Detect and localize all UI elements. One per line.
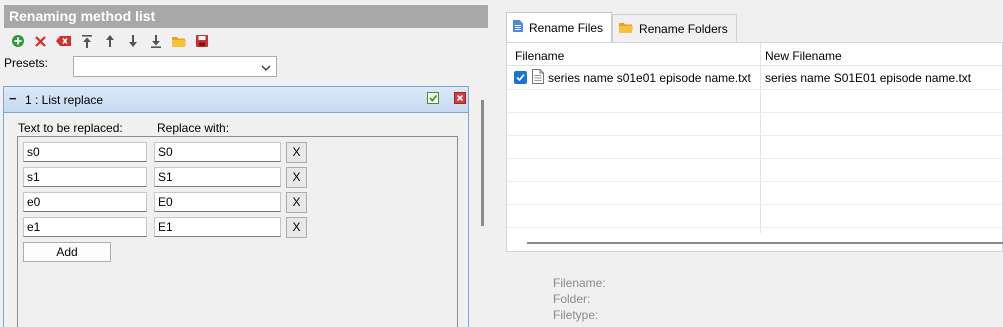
- replace-to-input[interactable]: S0: [154, 142, 281, 162]
- file-checkbox[interactable]: [514, 71, 527, 84]
- grid-line: [507, 204, 1002, 205]
- remove-row-button[interactable]: X: [286, 192, 307, 213]
- grid-line: [507, 89, 1002, 90]
- tab-rename-folders[interactable]: Rename Folders: [612, 14, 737, 42]
- delete-icon[interactable]: [29, 32, 52, 50]
- info-filetype-label: Filetype:: [553, 308, 599, 322]
- grid-line: [507, 227, 1002, 228]
- remove-row-button[interactable]: X: [286, 167, 307, 188]
- grid-horizontal-scrollbar[interactable]: [527, 242, 1003, 244]
- grid-header: Filename New Filename: [507, 43, 1002, 66]
- add-icon[interactable]: [6, 32, 29, 50]
- method-toolbar: [6, 32, 213, 50]
- filename-cell: series name s01e01 episode name.txt: [548, 71, 751, 85]
- presets-label: Presets:: [4, 56, 49, 70]
- open-folder-icon[interactable]: [167, 32, 190, 50]
- move-bottom-icon[interactable]: [144, 32, 167, 50]
- replace-from-input[interactable]: e1: [23, 217, 147, 237]
- replace-from-input[interactable]: s1: [23, 167, 147, 187]
- method-panel-list-replace: − 1 : List replace Text to be replaced: …: [3, 86, 469, 327]
- grid-line: [507, 158, 1002, 159]
- replace-to-input[interactable]: E0: [154, 192, 281, 212]
- chevron-down-icon: [261, 61, 271, 75]
- replace-to-input[interactable]: S1: [154, 167, 281, 187]
- add-row-button[interactable]: Add: [23, 242, 111, 262]
- method-title: 1 : List replace: [25, 93, 104, 107]
- method-enabled-checkbox[interactable]: [427, 92, 439, 104]
- clear-icon[interactable]: [52, 32, 75, 50]
- grid-line: [507, 112, 1002, 113]
- info-folder-label: Folder:: [553, 292, 591, 306]
- tab-label: Rename Files: [529, 20, 604, 35]
- document-icon: [532, 69, 544, 87]
- new-filename-cell: series name S01E01 episode name.txt: [765, 71, 972, 85]
- file-icon: [513, 20, 523, 35]
- replace-with-label: Replace with:: [157, 121, 230, 135]
- remove-method-button[interactable]: [454, 92, 466, 104]
- move-top-icon[interactable]: [75, 32, 98, 50]
- save-icon[interactable]: [190, 32, 213, 50]
- replace-from-input[interactable]: s0: [23, 142, 147, 162]
- remove-row-button[interactable]: X: [286, 142, 307, 163]
- grid-line: [507, 135, 1002, 136]
- remove-row-button[interactable]: X: [286, 217, 307, 238]
- tab-label: Rename Folders: [639, 21, 728, 36]
- column-header-new-filename[interactable]: New Filename: [765, 49, 842, 63]
- left-pane-scrollbar[interactable]: [481, 100, 484, 226]
- grid-line: [507, 181, 1002, 182]
- folder-icon: [619, 22, 634, 36]
- column-header-filename[interactable]: Filename: [515, 49, 564, 63]
- file-list-grid: Filename New Filename series name s01e01…: [506, 42, 1003, 252]
- presets-dropdown[interactable]: [73, 56, 277, 77]
- rename-tabs: Rename Files Rename Folders: [506, 12, 737, 42]
- method-title-bar[interactable]: − 1 : List replace: [4, 87, 468, 113]
- move-down-icon[interactable]: [121, 32, 144, 50]
- collapse-icon[interactable]: −: [9, 91, 17, 106]
- info-filename-label: Filename:: [553, 276, 606, 290]
- renaming-method-list-header: Renaming method list: [4, 5, 488, 28]
- tab-rename-files[interactable]: Rename Files: [506, 12, 613, 42]
- replace-to-input[interactable]: E1: [154, 217, 281, 237]
- text-to-be-replaced-label: Text to be replaced:: [18, 121, 123, 135]
- table-row[interactable]: series name s01e01 episode name.txt seri…: [507, 67, 1002, 89]
- move-up-icon[interactable]: [98, 32, 121, 50]
- replace-from-input[interactable]: e0: [23, 192, 147, 212]
